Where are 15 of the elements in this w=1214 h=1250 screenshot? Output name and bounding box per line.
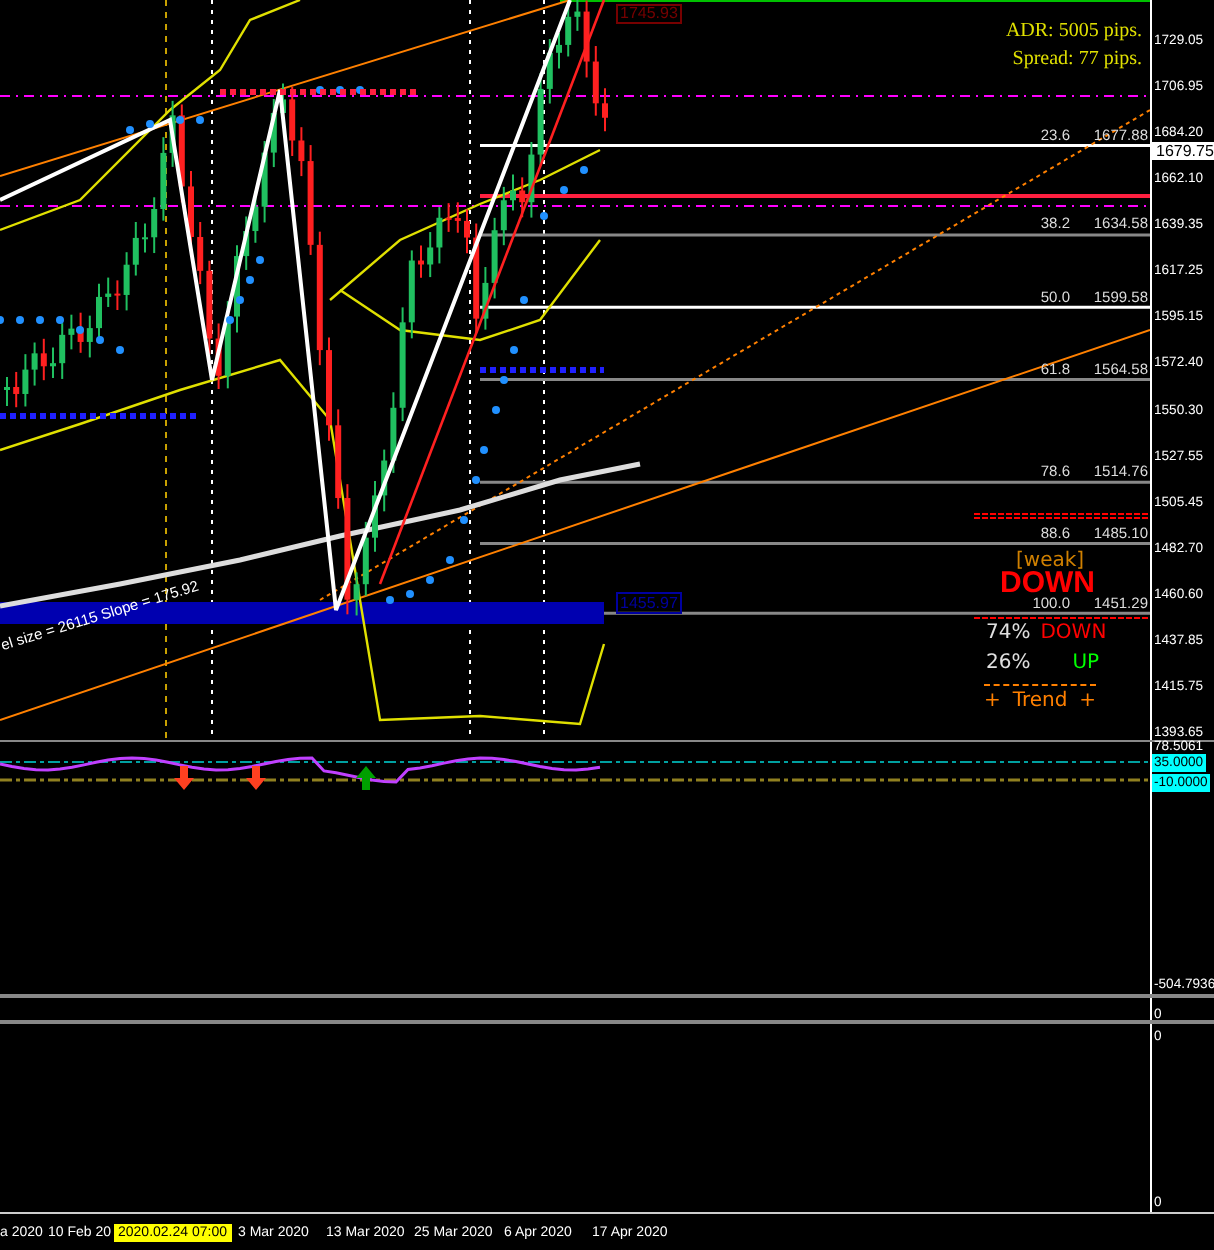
probability-percent: 74%: [986, 624, 1031, 644]
zone-price-label: 1455.97: [616, 592, 682, 614]
probability-percent: 26%: [986, 654, 1031, 674]
probability-label: UP: [1072, 654, 1100, 674]
plus-sign: +: [984, 690, 1001, 712]
trend-label: Trend: [1012, 690, 1068, 712]
current-price-tag: 1679.75: [1152, 142, 1214, 160]
price-label: 1745.93: [616, 4, 682, 24]
spread-label: Spread: 77 pips.: [1012, 48, 1142, 72]
signal-strength: [weak]: [1016, 552, 1085, 572]
signal-direction: DOWN: [1000, 572, 1095, 596]
probability-label: DOWN: [1040, 624, 1107, 644]
plus-sign: +: [1079, 690, 1096, 712]
adr-label: ADR: 5005 pips.: [1005, 20, 1142, 44]
dotted-level-line: [480, 367, 604, 373]
